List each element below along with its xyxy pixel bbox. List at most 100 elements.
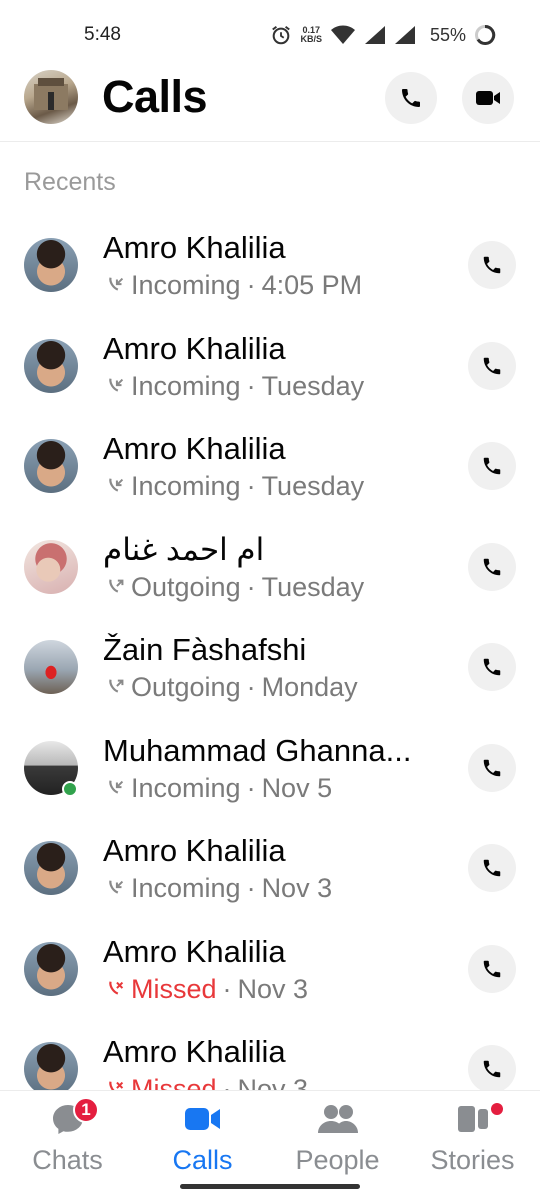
separator: · <box>246 270 256 300</box>
header: Calls <box>0 70 540 142</box>
network-speed: 0.17 KB/S <box>300 26 322 44</box>
call-details: Incoming · Tuesday <box>105 469 364 503</box>
call-type: Incoming <box>131 873 241 903</box>
call-back-button[interactable] <box>468 944 516 993</box>
unread-badge: 1 <box>73 1097 99 1123</box>
video-camera-icon <box>476 91 500 105</box>
call-back-button[interactable] <box>468 643 516 691</box>
tab-people[interactable]: People <box>270 1101 405 1181</box>
call-time: Tuesday <box>261 471 365 501</box>
video-camera-icon <box>184 1108 220 1130</box>
call-back-button[interactable] <box>468 1045 516 1090</box>
incoming-call-icon <box>105 777 127 799</box>
call-details: Incoming · Nov 5 <box>105 771 332 805</box>
call-details: Missed · Nov 3 <box>105 972 308 1006</box>
phone-icon <box>483 859 501 877</box>
contact-name: Amro Khalilia <box>103 1034 286 1069</box>
call-time: Nov 5 <box>261 772 333 803</box>
call-details: Missed · Nov 3 <box>105 1072 308 1090</box>
call-details: Incoming · Tuesday <box>105 369 364 403</box>
call-time: 4:05 PM <box>261 270 363 300</box>
phone-icon <box>483 658 501 676</box>
profile-avatar[interactable] <box>24 70 78 124</box>
call-list[interactable]: Amro Khalilia Incoming · 4:05 PM Amro Khal… <box>0 214 540 1090</box>
phone-icon <box>402 89 420 107</box>
online-status-dot <box>62 780 78 797</box>
call-type: Outgoing <box>131 571 241 602</box>
call-row[interactable]: Amro Khalilia Incoming · 4:05 PM <box>0 214 540 315</box>
call-type: Incoming <box>131 471 241 501</box>
call-back-button[interactable] <box>468 442 516 490</box>
call-row[interactable]: Amro Khalilia Missed · Nov 3 <box>0 918 540 1019</box>
signal-icon <box>364 26 385 44</box>
avatar <box>24 841 78 895</box>
contact-name: Amro Khalilia <box>103 431 286 466</box>
calls-icon-wrap <box>135 1101 270 1137</box>
separator: · <box>222 973 232 1004</box>
contact-name: ام احمد غنام <box>103 531 265 567</box>
avatar <box>24 640 78 694</box>
status-bar: 5:48 0.17 KB/S 55% <box>0 0 540 70</box>
incoming-call-icon <box>105 375 127 397</box>
battery-ring-icon <box>475 24 496 45</box>
contact-name: Amro Khalilia <box>103 933 286 969</box>
network-speed-unit: KB/S <box>300 34 322 44</box>
call-row[interactable]: Amro Khalilia Incoming · Tuesday <box>0 415 540 516</box>
call-row[interactable]: ام احمد غنام Outgoing · Tuesday <box>0 516 540 617</box>
call-back-button[interactable] <box>468 241 516 289</box>
call-row[interactable]: Žain Fàshafshi Outgoing · Monday <box>0 616 540 717</box>
call-details: Outgoing · Monday <box>105 670 358 704</box>
separator: · <box>246 873 256 903</box>
tab-label: People <box>295 1145 380 1175</box>
separator: · <box>246 571 256 602</box>
call-back-button[interactable] <box>468 542 516 591</box>
call-time: Tuesday <box>261 571 365 602</box>
new-video-call-button[interactable] <box>462 72 514 124</box>
status-time: 5:48 <box>84 24 121 45</box>
avatar <box>24 338 78 393</box>
page-title: Calls <box>102 71 208 122</box>
wifi-icon <box>330 25 355 44</box>
avatar <box>24 439 78 493</box>
call-time: Nov 3 <box>237 1074 309 1090</box>
new-audio-call-button[interactable] <box>385 72 437 124</box>
contact-name: Muhammad Ghanna... <box>103 732 412 768</box>
tab-stories[interactable]: Stories <box>405 1101 540 1181</box>
phone-icon <box>483 457 501 475</box>
new-stories-dot <box>491 1103 503 1115</box>
separator: · <box>222 1074 232 1090</box>
call-row[interactable]: Amro Khalilia Missed · Nov 3 <box>0 1018 540 1090</box>
call-back-button[interactable] <box>468 844 516 892</box>
call-details: Outgoing · Tuesday <box>105 570 364 604</box>
incoming-call-icon <box>105 475 127 497</box>
stories-icon-wrap <box>405 1101 540 1137</box>
people-icon <box>317 1105 358 1133</box>
separator: · <box>246 471 256 501</box>
people-icon-wrap <box>270 1101 405 1137</box>
call-back-button[interactable] <box>468 743 516 792</box>
avatar <box>24 1042 78 1090</box>
tab-label: Chats <box>32 1145 103 1175</box>
home-indicator[interactable] <box>180 1184 360 1189</box>
avatar <box>24 941 78 996</box>
tab-calls[interactable]: Calls <box>135 1101 270 1181</box>
call-row[interactable]: Amro Khalilia Incoming · Nov 3 <box>0 817 540 918</box>
profile-photo-icon <box>34 78 68 110</box>
outgoing-call-icon <box>105 676 127 698</box>
phone-icon <box>483 357 501 374</box>
chats-icon-wrap: 1 <box>0 1097 135 1137</box>
tab-chats[interactable]: 1 Chats <box>0 1097 135 1181</box>
battery-percent: 55% <box>429 24 466 45</box>
phone-icon <box>483 1060 501 1078</box>
avatar <box>24 238 78 292</box>
separator: · <box>246 772 256 803</box>
call-back-button[interactable] <box>468 341 516 390</box>
missed-call-icon <box>105 978 127 1000</box>
missed-call-icon <box>105 1078 127 1090</box>
call-row[interactable]: Muhammad Ghanna... Incoming · Nov 5 <box>0 717 540 818</box>
tab-label: Stories <box>430 1145 515 1175</box>
incoming-call-icon <box>105 274 127 296</box>
call-type: Missed <box>131 973 217 1004</box>
call-time: Nov 3 <box>237 973 309 1004</box>
call-row[interactable]: Amro Khalilia Incoming · Tuesday <box>0 315 540 416</box>
